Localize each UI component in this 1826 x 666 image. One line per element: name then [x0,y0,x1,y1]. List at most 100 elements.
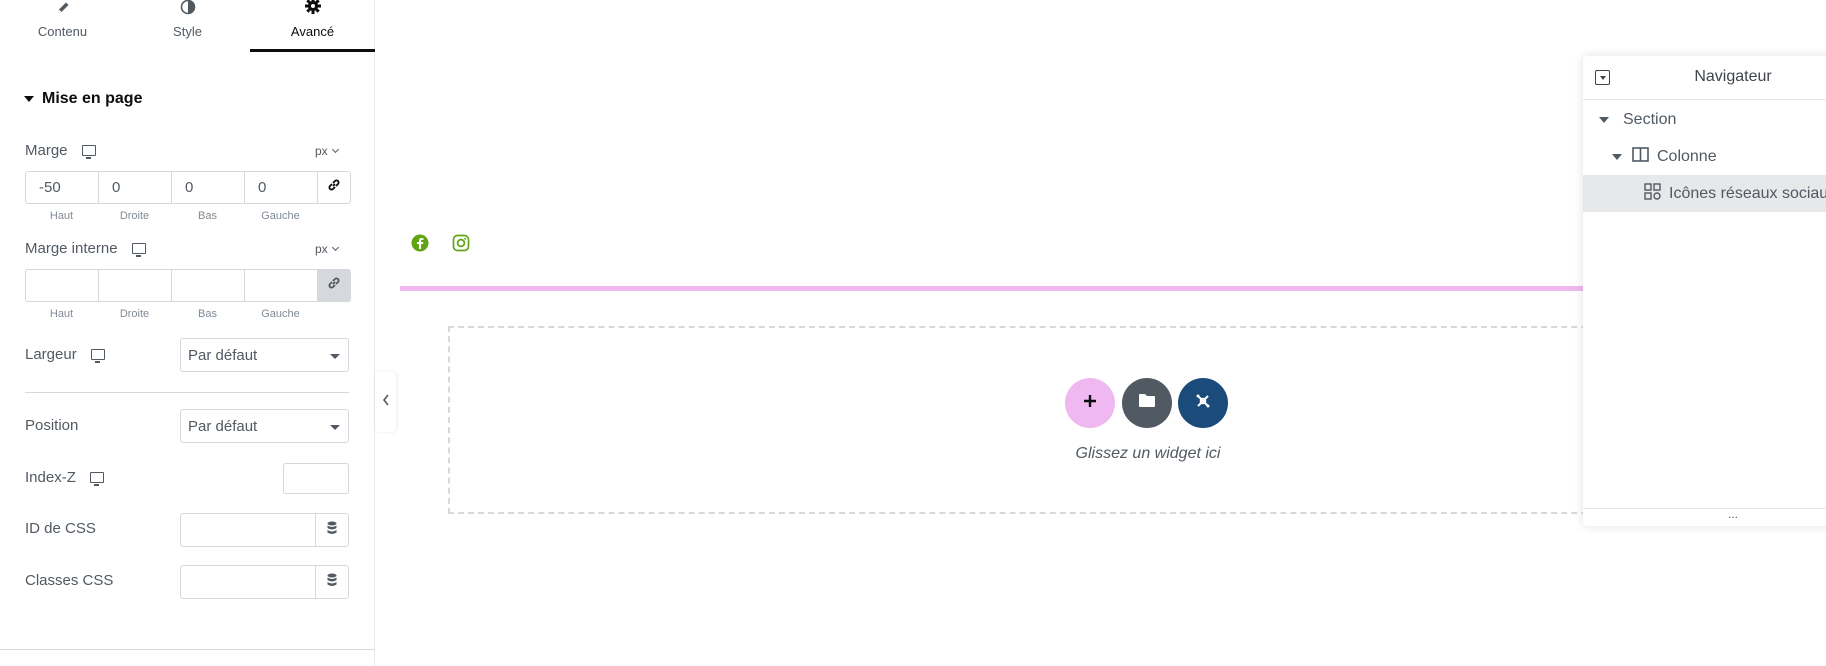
padding-unit-select[interactable]: px [315,242,339,256]
link-values-button[interactable] [317,269,351,302]
width-label: Largeur [25,346,105,363]
padding-inputs [25,269,351,302]
margin-label-text: Marge [25,142,68,159]
select-value: Par défaut [188,346,258,364]
navigator-item-label: Colonne [1657,147,1717,165]
link-icon [327,276,341,295]
caret-down-icon[interactable] [1599,116,1609,123]
column-icon [1632,146,1649,167]
margin-label: Marge [25,142,96,159]
sublabel: Droite [119,210,150,222]
panel-tabs: Contenu Style Avancé [0,0,375,52]
tab-style[interactable]: Style [125,0,250,52]
css-id-label-text: ID de CSS [25,520,96,537]
navigator-item-section[interactable]: Section [1583,101,1826,138]
padding-label: Marge interne [25,240,146,257]
editor-panel: Contenu Style Avancé Mise en page Marge … [0,0,375,666]
zindex-label-text: Index-Z [25,469,76,486]
navigator-panel: Navigateur Section Colonne Icônes réseau… [1583,56,1826,526]
desktop-icon[interactable] [90,349,105,363]
navigator-item-column[interactable]: Colonne [1583,138,1826,175]
dropdown-arrow-icon [330,354,340,359]
gear-icon [303,0,323,16]
sublabel: Bas [198,210,217,222]
tab-label: Contenu [37,24,88,39]
kit-icon [1195,393,1211,414]
navigator-title: Navigateur [1694,68,1772,85]
dynamic-tags-button[interactable] [315,565,349,599]
divider [0,649,375,650]
css-id-input[interactable] [180,513,316,547]
navigator-resize-handle[interactable]: ... [1583,508,1826,526]
zindex-label: Index-Z [25,469,104,486]
folder-icon [1138,393,1156,413]
tab-contenu[interactable]: Contenu [0,0,125,52]
database-icon [327,521,337,540]
collapse-panel-button[interactable] [375,372,396,432]
css-classes-label-text: Classes CSS [25,572,114,589]
pencil-icon [53,0,73,16]
kit-library-button[interactable] [1178,378,1228,428]
contrast-icon [178,0,198,16]
padding-left-input[interactable] [244,269,317,302]
tab-label: Avancé [290,24,335,39]
caret-down-icon[interactable] [1612,153,1622,160]
css-classes-input[interactable] [180,565,316,599]
add-template-button[interactable] [1122,378,1172,428]
chevron-left-icon [382,393,390,411]
desktop-icon[interactable] [81,145,96,159]
unit-label: px [315,242,328,256]
width-select[interactable]: Par défaut [180,338,349,372]
padding-label-text: Marge interne [25,240,118,257]
padding-top-input[interactable] [25,269,98,302]
section-toggle-mise-en-page[interactable]: Mise en page [24,90,142,108]
css-classes-label: Classes CSS [25,572,113,589]
sublabel: Gauche [261,308,300,320]
padding-right-input[interactable] [98,269,171,302]
chevron-down-icon [331,243,339,252]
database-icon [327,573,337,592]
social-icons-icon [1644,182,1661,205]
margin-left-input[interactable]: 0 [244,171,317,204]
dropdown-arrow-icon [330,425,340,430]
margin-unit-select[interactable]: px [315,144,339,158]
padding-bottom-input[interactable] [171,269,244,302]
divider [25,392,349,393]
navigator-item-label: Icônes réseaux sociaux [1669,184,1826,202]
add-section-button[interactable] [1065,378,1115,428]
navigator-item-label: Section [1623,110,1677,128]
zindex-input[interactable] [283,463,349,494]
tab-avance[interactable]: Avancé [250,0,375,52]
instagram-icon[interactable] [452,234,470,252]
margin-top-input[interactable]: -50 [25,171,98,204]
dynamic-tags-button[interactable] [315,513,349,547]
sublabel: Droite [119,308,150,320]
sublabel: Haut [49,210,74,222]
width-label-text: Largeur [25,346,77,363]
navigator-header[interactable]: Navigateur [1583,56,1826,100]
sublabel: Gauche [261,210,300,222]
drop-widget-hint: Glissez un widget ici [1075,445,1221,462]
section-title: Mise en page [42,90,143,107]
navigator-item-social-icons[interactable]: Icônes réseaux sociaux [1583,175,1826,212]
sublabel: Haut [49,308,74,320]
sublabel: Bas [198,308,217,320]
link-values-button[interactable] [317,171,351,204]
desktop-icon[interactable] [131,243,146,257]
chevron-down-icon [331,145,339,154]
margin-sublabels: Haut Droite Bas Gauche [25,210,317,222]
position-label: Position [25,417,78,434]
link-icon [327,178,341,197]
css-id-label: ID de CSS [25,520,96,537]
margin-right-input[interactable]: 0 [98,171,171,204]
facebook-icon[interactable] [411,234,429,252]
select-value: Par défaut [188,417,258,435]
caret-down-icon [24,96,34,102]
desktop-icon[interactable] [89,472,104,486]
position-select[interactable]: Par défaut [180,409,349,443]
margin-bottom-input[interactable]: 0 [171,171,244,204]
unit-label: px [315,144,328,158]
tab-label: Style [173,24,202,39]
position-label-text: Position [25,417,79,434]
margin-inputs: -50 0 0 0 [25,171,351,204]
